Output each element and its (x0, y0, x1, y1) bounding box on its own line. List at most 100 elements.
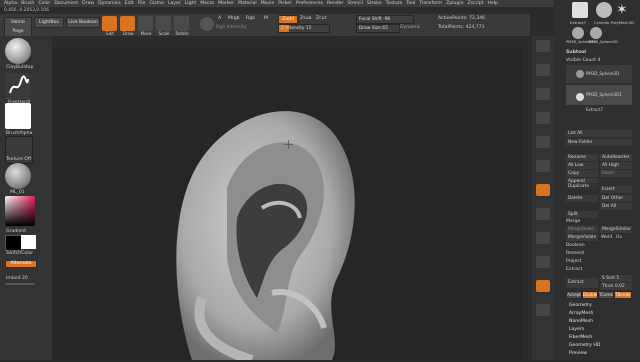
live-boolean-button[interactable]: Live Boolean (66, 17, 100, 28)
color-picker[interactable] (5, 196, 35, 226)
paste-button[interactable]: Paste (600, 170, 632, 177)
thick-slider[interactable]: Thick 0.02 (600, 283, 632, 290)
edit-button[interactable] (102, 16, 117, 31)
viewport-canvas[interactable] (52, 48, 522, 362)
menu-gizmo[interactable]: Gizmo (149, 0, 164, 7)
switch-color-button[interactable]: SwitchColor (6, 251, 33, 256)
m-button[interactable]: M (264, 16, 268, 21)
menu-tool[interactable]: Tool (406, 0, 415, 7)
remesh-menu[interactable]: Remesh (566, 251, 584, 256)
color-swatch-icon[interactable] (200, 17, 214, 31)
primary-color-swatch[interactable] (5, 235, 22, 251)
tool-thumb-extract[interactable] (572, 2, 588, 18)
shelf-solo-button[interactable] (536, 280, 550, 292)
list-all-button[interactable]: List All (566, 130, 632, 137)
shelf-persp-button[interactable] (536, 40, 550, 52)
brush-icon[interactable] (5, 38, 31, 64)
menu-stroke[interactable]: Stroke (367, 0, 382, 7)
menu-draw[interactable]: Draw (82, 0, 94, 7)
all-high-button[interactable]: All High (600, 162, 632, 169)
menu-transform[interactable]: Transform (419, 0, 442, 7)
rename-button[interactable]: Rename (566, 154, 598, 161)
menu-macro[interactable]: Macro (200, 0, 214, 7)
menu-brush[interactable]: Brush (21, 0, 34, 7)
merge-similar-button[interactable]: MergeSimilar (600, 226, 632, 233)
tool-thumb-cylinder[interactable] (596, 2, 612, 18)
shelf-zoom3d-button[interactable] (536, 160, 550, 172)
draw-button[interactable] (120, 16, 135, 31)
move-button[interactable] (138, 16, 153, 31)
boolean-menu[interactable]: Boolean (566, 243, 585, 248)
menu-layer[interactable]: Layer (168, 0, 181, 7)
rgb-intensity-slider[interactable]: Rgb Intensity (216, 25, 246, 30)
menu-picker[interactable]: Picker (278, 0, 292, 7)
shelf-frame-button[interactable] (536, 112, 550, 124)
menu-movie[interactable]: Movie (261, 0, 275, 7)
new-folder-button[interactable]: New Folder (566, 139, 632, 146)
delete-button[interactable]: Delete (566, 195, 598, 202)
menu-color[interactable]: Color (38, 0, 50, 7)
auto-reorder-button[interactable]: AutoReorder (600, 154, 632, 161)
geometry-hd-menu[interactable]: Geometry HD (569, 343, 600, 348)
merge-header[interactable]: Merge (566, 219, 580, 224)
menu-render[interactable]: Render (327, 0, 343, 7)
preview-menu[interactable]: Preview (569, 351, 587, 356)
zcut-button[interactable]: Zcut (316, 16, 326, 21)
arraymesh-menu[interactable]: ArrayMesh (569, 311, 593, 316)
scale-button[interactable] (156, 16, 171, 31)
merge-down-button[interactable]: MergeDown (566, 226, 598, 233)
tool-thumb-sphere-2[interactable] (590, 27, 602, 39)
stroke-icon[interactable] (5, 73, 31, 99)
duplicate-button[interactable]: Duplicate (566, 183, 598, 189)
menu-file[interactable]: File (138, 0, 146, 7)
menu-zscript[interactable]: Zscript (468, 0, 484, 7)
star-icon[interactable]: ✶ (616, 2, 632, 18)
shelf-polyf-button[interactable] (536, 208, 550, 220)
shelf-move-button[interactable] (536, 136, 550, 148)
lightbox-button[interactable]: LightBox (34, 17, 64, 28)
menu-help[interactable]: Help (487, 0, 497, 7)
menu-texture[interactable]: Texture (386, 0, 403, 7)
copy-button[interactable]: Copy (566, 170, 598, 177)
extract-header[interactable]: Extract (566, 267, 582, 272)
shelf-floor-button[interactable] (536, 64, 550, 76)
shelf-transp-button[interactable] (536, 232, 550, 244)
menu-dynamics[interactable]: Dynamics (98, 0, 121, 7)
rotate-button[interactable] (174, 16, 189, 31)
imbed-slider[interactable]: Imbed 20 (6, 276, 28, 281)
menu-alpha[interactable]: Alpha (4, 0, 17, 7)
tcorne-button[interactable]: TCorne (598, 291, 614, 299)
merge-visible-button[interactable]: MergeVisible (566, 234, 598, 241)
rgb-button[interactable]: Rgb (246, 16, 255, 21)
all-low-button[interactable]: All Low (566, 162, 598, 169)
split-button[interactable]: Split (566, 211, 598, 218)
imbed-track[interactable] (5, 283, 35, 285)
del-other-button[interactable]: Del Other (600, 195, 632, 202)
secondary-color-swatch[interactable] (21, 235, 36, 249)
fibermesh-menu[interactable]: FiberMesh (569, 335, 592, 340)
shelf-local-button[interactable] (536, 88, 550, 100)
dynamic-toggle[interactable]: Dynamic (400, 25, 420, 30)
ear-model[interactable] (52, 48, 522, 362)
menu-marker[interactable]: Marker (218, 0, 234, 7)
weld-button[interactable]: Weld (601, 235, 612, 240)
menu-preferences[interactable]: Preferences (296, 0, 323, 7)
accept-button[interactable]: Accept (566, 291, 582, 299)
menu-material[interactable]: Material (238, 0, 257, 7)
mrgb-button[interactable]: Mrgb (228, 16, 240, 21)
s-smt-slider[interactable]: S Smt 5 (600, 275, 632, 282)
zadd-button[interactable]: Zadd (278, 15, 298, 24)
z-intensity-slider[interactable]: Z Intensity 15 (278, 24, 330, 33)
tborder-button[interactable]: TBorder (614, 291, 632, 299)
shelf-xpose-button[interactable] (536, 304, 550, 316)
geometry-menu[interactable]: Geometry (569, 303, 592, 308)
alternate-button[interactable]: Alternate (5, 260, 37, 268)
alpha-icon[interactable] (5, 103, 31, 129)
focal-shift-slider[interactable]: Focal Shift -96 (356, 15, 414, 24)
tool-thumb-sphere-1[interactable] (572, 27, 584, 39)
menu-edit[interactable]: Edit (125, 0, 134, 7)
extract-button[interactable]: Extract (566, 278, 598, 288)
nanomesh-menu[interactable]: NanoMesh (569, 319, 593, 324)
layers-menu[interactable]: Layers (569, 327, 584, 332)
double-button[interactable]: Double (582, 291, 598, 299)
